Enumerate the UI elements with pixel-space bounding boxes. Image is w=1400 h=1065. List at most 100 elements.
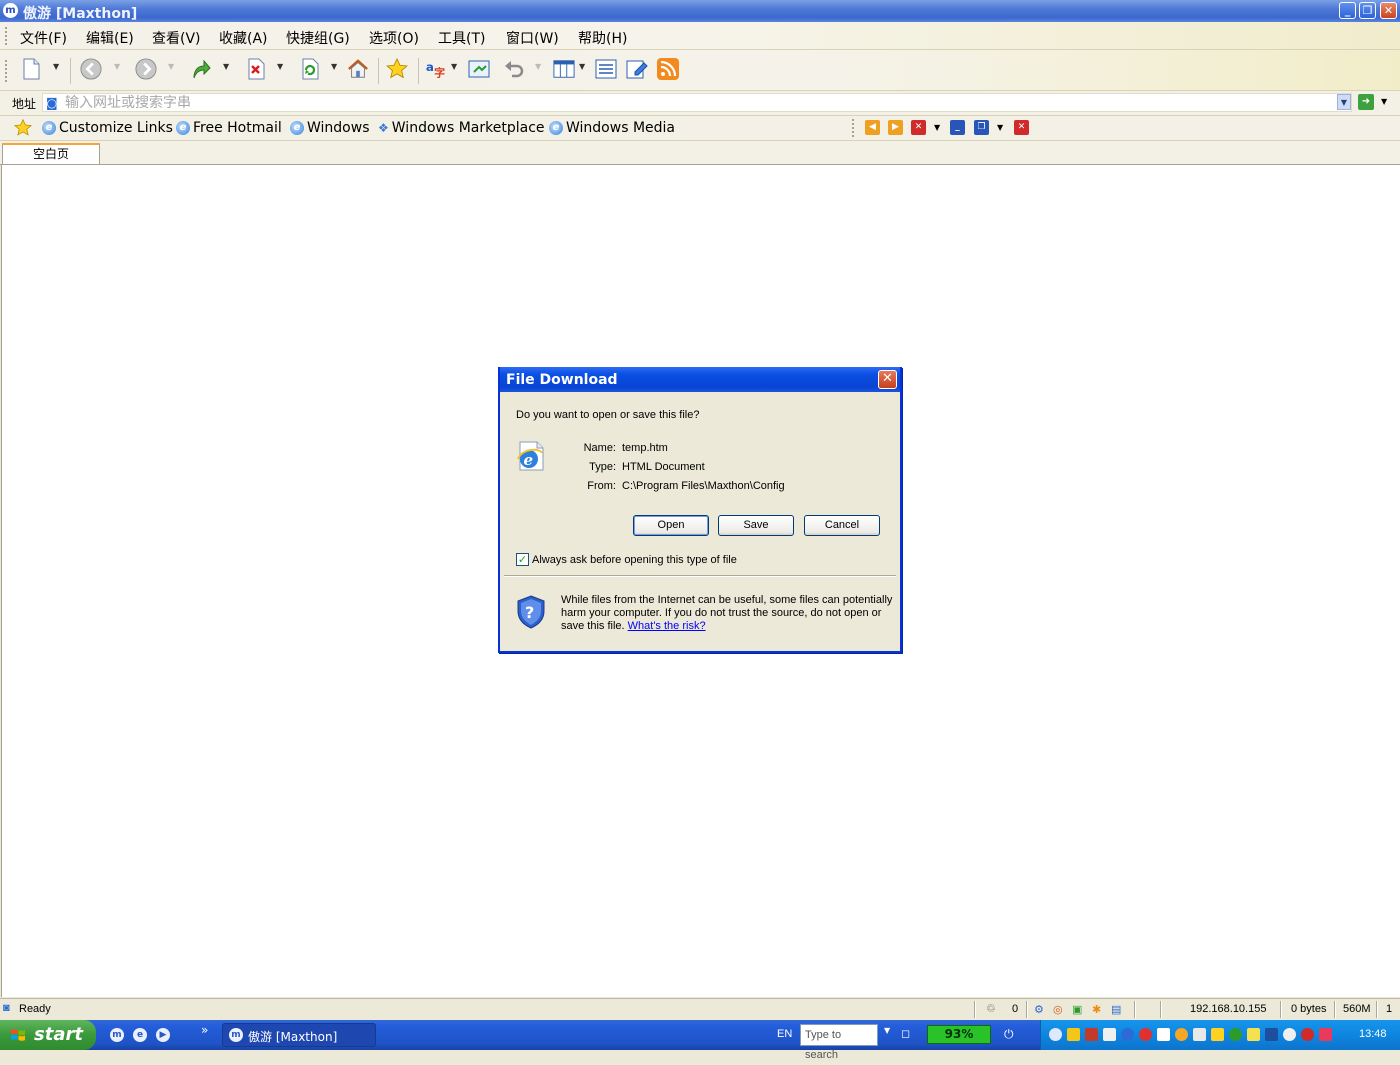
dialog-title-bar[interactable]: File Download ✕: [500, 367, 900, 392]
quicklaunch-media-icon[interactable]: ▶: [156, 1028, 170, 1042]
columns-dropdown-icon[interactable]: ▼: [579, 62, 585, 71]
link-windows-media[interactable]: e Windows Media: [549, 120, 675, 136]
minimize-button[interactable]: _: [1339, 2, 1356, 19]
tray-shield-icon[interactable]: [1301, 1028, 1314, 1041]
quicklaunch-maxthon-icon[interactable]: m: [110, 1028, 124, 1042]
link-windows-marketplace[interactable]: ❖ Windows Marketplace: [378, 120, 545, 136]
back-icon[interactable]: [80, 58, 102, 80]
rss-icon[interactable]: [657, 58, 679, 80]
always-ask-label[interactable]: Always ask before opening this type of f…: [532, 554, 737, 566]
popup-blocker-icon[interactable]: ◎: [1053, 1003, 1063, 1016]
menu-favorites[interactable]: 收藏(A): [219, 28, 268, 48]
power-plug-icon[interactable]: ⏻: [1004, 1027, 1014, 1042]
new-page-dropdown-icon[interactable]: ▼: [53, 62, 59, 71]
recycle-icon[interactable]: ♲: [986, 1002, 996, 1015]
forward-dropdown-icon[interactable]: ▼: [168, 62, 174, 71]
start-button[interactable]: start: [0, 1020, 96, 1050]
link-windows[interactable]: e Windows: [290, 120, 370, 136]
restore-button[interactable]: ❐: [1359, 2, 1376, 19]
taskbar-maxthon-button[interactable]: m 傲游 [Maxthon]: [222, 1023, 376, 1047]
clock[interactable]: 13:48: [1359, 1028, 1387, 1040]
open-button[interactable]: Open: [633, 515, 709, 536]
stop-dropdown-icon[interactable]: ▼: [277, 62, 283, 71]
stop-icon[interactable]: [245, 58, 267, 80]
menu-help[interactable]: 帮助(H): [578, 28, 627, 48]
translate-dropdown-icon[interactable]: ▼: [451, 62, 457, 71]
menu-edit[interactable]: 编辑(E): [86, 28, 134, 48]
tray-bluetooth-icon[interactable]: [1121, 1028, 1134, 1041]
go-button[interactable]: ➜: [1358, 94, 1374, 110]
dialog-close-button[interactable]: ✕: [878, 370, 897, 389]
download-icon[interactable]: ▤: [1111, 1003, 1121, 1016]
minimize-tab-icon[interactable]: _: [950, 120, 965, 135]
undo-dropdown-icon[interactable]: ▼: [535, 62, 541, 71]
ad-filter-icon[interactable]: ▣: [1072, 1003, 1082, 1016]
tray-maxthon-icon[interactable]: [1049, 1028, 1062, 1041]
menu-view[interactable]: 查看(V): [152, 28, 201, 48]
tabbar-grip[interactable]: [852, 119, 856, 137]
tray-app-icon[interactable]: [1193, 1028, 1206, 1041]
tray-green-icon[interactable]: [1229, 1028, 1242, 1041]
link-free-hotmail[interactable]: e Free Hotmail: [176, 120, 282, 136]
tray-display-icon[interactable]: [1211, 1028, 1224, 1041]
tray-update-icon[interactable]: [1175, 1028, 1188, 1041]
close-tab-icon[interactable]: ✕: [911, 120, 926, 135]
close-all-icon[interactable]: ✕: [1014, 120, 1029, 135]
prev-tab-icon[interactable]: ◀: [865, 120, 880, 135]
menu-groups[interactable]: 快捷组(G): [286, 28, 350, 48]
screenshot-icon[interactable]: [468, 58, 490, 80]
next-tab-icon[interactable]: ▶: [888, 120, 903, 135]
tray-network-icon[interactable]: [1103, 1028, 1116, 1041]
go-dropdown-icon[interactable]: ▼: [1381, 97, 1387, 106]
address-input[interactable]: [65, 94, 1325, 111]
menu-grip[interactable]: [5, 27, 10, 45]
proxy-icon[interactable]: ⚙: [1034, 1003, 1044, 1016]
close-window-button[interactable]: ✕: [1380, 2, 1397, 19]
restore-tab-dropdown-icon[interactable]: ▼: [997, 123, 1003, 132]
menu-window[interactable]: 窗口(W): [506, 28, 559, 48]
favorites-star-icon[interactable]: [13, 118, 33, 140]
refresh-icon[interactable]: [299, 58, 321, 80]
tray-volume-icon[interactable]: [1157, 1028, 1170, 1041]
search-dropdown-icon[interactable]: ▼: [884, 1026, 890, 1035]
quicklaunch-chevron-icon[interactable]: »: [201, 1023, 208, 1037]
quicklaunch-ie-icon[interactable]: e: [133, 1028, 147, 1042]
plugin-icon[interactable]: ✱: [1092, 1003, 1101, 1016]
link-customize-links[interactable]: e Customize Links: [42, 120, 173, 136]
menu-file[interactable]: 文件(F): [20, 28, 67, 48]
columns-icon[interactable]: [553, 58, 575, 80]
tray-red-shield-icon[interactable]: [1319, 1028, 1332, 1041]
list-icon[interactable]: [595, 58, 617, 80]
toolbar-grip[interactable]: [5, 60, 10, 82]
menu-tools[interactable]: 工具(T): [438, 28, 485, 48]
tray-security-icon[interactable]: [1067, 1028, 1080, 1041]
back-dropdown-icon[interactable]: ▼: [114, 62, 120, 71]
restore-tab-icon[interactable]: ❐: [974, 120, 989, 135]
language-indicator[interactable]: EN: [777, 1028, 792, 1040]
tray-antivirus-icon[interactable]: [1085, 1028, 1098, 1041]
tab-blank-page[interactable]: 空白页: [2, 143, 100, 164]
maxthon-app-icon[interactable]: m: [3, 3, 18, 18]
cancel-button[interactable]: Cancel: [804, 515, 880, 536]
refresh-dropdown-icon[interactable]: ▼: [331, 62, 337, 71]
up-icon[interactable]: [190, 58, 212, 80]
save-button[interactable]: Save: [718, 515, 794, 536]
address-dropdown-icon[interactable]: ▼: [1337, 94, 1351, 110]
tray-qq-icon[interactable]: [1139, 1028, 1152, 1041]
new-page-icon[interactable]: [20, 58, 42, 80]
up-dropdown-icon[interactable]: ▼: [223, 62, 229, 71]
forward-icon[interactable]: [135, 58, 157, 80]
deskbar-icon[interactable]: ◻: [901, 1027, 910, 1040]
tray-pencil-icon[interactable]: [1247, 1028, 1260, 1041]
favorites-icon[interactable]: [386, 57, 408, 80]
tray-blue-icon[interactable]: [1265, 1028, 1278, 1041]
taskbar-search-input[interactable]: Type to search: [800, 1024, 878, 1061]
address-field[interactable]: ◙: [42, 93, 1352, 112]
close-tab-dropdown-icon[interactable]: ▼: [934, 123, 940, 132]
home-icon[interactable]: [347, 58, 369, 80]
translate-icon[interactable]: a字: [425, 58, 447, 80]
whats-the-risk-link[interactable]: What's the risk?: [628, 620, 706, 632]
always-ask-checkbox[interactable]: ✓: [516, 553, 529, 566]
menu-options[interactable]: 选项(O): [369, 28, 419, 48]
tray-globe-icon[interactable]: [1283, 1028, 1296, 1041]
